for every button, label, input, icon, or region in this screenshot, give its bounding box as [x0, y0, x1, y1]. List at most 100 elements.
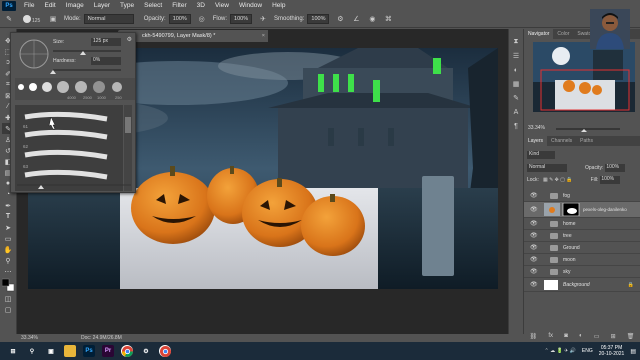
- tab-color[interactable]: Color: [553, 29, 573, 39]
- libraries-panel-icon[interactable]: ▦: [511, 79, 521, 89]
- panel-gear-icon[interactable]: ⚙: [127, 36, 132, 43]
- new-group-icon[interactable]: ▭: [594, 333, 600, 340]
- pen-tool-icon[interactable]: ✒: [2, 200, 14, 211]
- menu-select[interactable]: Select: [139, 0, 167, 11]
- brush-angle-icon[interactable]: ∠: [351, 14, 361, 24]
- brush-size-value[interactable]: 125 px: [91, 38, 121, 46]
- chrome-taskbar-icon[interactable]: [121, 345, 133, 357]
- filter-kind-select[interactable]: Kind: [527, 150, 555, 159]
- opacity-label: Opacity:: [143, 16, 166, 22]
- menu-filter[interactable]: Filter: [167, 0, 191, 11]
- windows-start-icon[interactable]: ⊞: [7, 345, 19, 357]
- menu-edit[interactable]: Edit: [39, 0, 60, 11]
- layer-row[interactable]: 👁 fog: [524, 190, 640, 202]
- visibility-eye-icon[interactable]: 👁: [530, 220, 540, 227]
- adjustment-layer-icon[interactable]: ◐: [579, 333, 583, 339]
- task-view-icon[interactable]: ▣: [45, 345, 57, 357]
- properties-panel-icon[interactable]: ☰: [511, 51, 521, 61]
- layer-row[interactable]: 👁 Ground: [524, 242, 640, 254]
- notification-icon[interactable]: ▤: [630, 348, 636, 355]
- color-swatches-icon[interactable]: [2, 277, 14, 293]
- tab-layers[interactable]: Layers: [524, 136, 548, 146]
- quick-mask-icon[interactable]: ◫: [2, 293, 14, 304]
- brush-hardness-value[interactable]: 0%: [91, 57, 121, 65]
- clock[interactable]: 05:37 PM 20-10-2021: [599, 345, 625, 357]
- symmetry-icon[interactable]: ⌘: [383, 14, 393, 24]
- menu-image[interactable]: Image: [61, 0, 89, 11]
- brush-panel-icon[interactable]: ✎: [511, 93, 521, 103]
- tab-navigator[interactable]: Navigator: [524, 29, 554, 39]
- visibility-eye-icon[interactable]: 👁: [530, 256, 540, 263]
- add-mask-icon[interactable]: ◙: [564, 333, 568, 339]
- menu-3d[interactable]: 3D: [192, 0, 210, 11]
- layer-opacity-field[interactable]: 100%: [605, 163, 626, 172]
- visibility-eye-icon[interactable]: 👁: [530, 244, 540, 251]
- hand-tool-icon[interactable]: ✋: [2, 244, 14, 255]
- airbrush-icon[interactable]: ✈: [258, 14, 268, 24]
- smoothing-field[interactable]: 100%: [307, 14, 330, 24]
- visibility-eye-icon[interactable]: 👁: [530, 206, 540, 213]
- mode-select[interactable]: Normal: [83, 14, 134, 24]
- chrome-alt-taskbar-icon[interactable]: [159, 345, 171, 357]
- photoshop-logo[interactable]: Ps: [2, 0, 16, 11]
- menu-view[interactable]: View: [210, 0, 234, 11]
- zoom-tool-icon[interactable]: ⚲: [2, 255, 14, 266]
- menu-layer[interactable]: Layer: [89, 0, 115, 11]
- more-tools-icon[interactable]: ⋯: [2, 266, 14, 277]
- visibility-eye-icon[interactable]: 👁: [530, 192, 540, 199]
- navigator-zoom-slider[interactable]: [554, 126, 624, 132]
- layer-row[interactable]: 👁 home: [524, 218, 640, 230]
- visibility-eye-icon[interactable]: 👁: [530, 268, 540, 275]
- settings-taskbar-icon[interactable]: ⚙: [140, 345, 152, 357]
- tab-paths[interactable]: Paths: [576, 136, 597, 146]
- layer-style-icon[interactable]: fx: [548, 333, 553, 339]
- brush-preset-picker-icon[interactable]: 125: [20, 14, 42, 24]
- brush-tool-icon[interactable]: ✎: [4, 14, 14, 24]
- smoothing-options-gear-icon[interactable]: ⚙: [335, 14, 345, 24]
- rectangle-tool-icon[interactable]: ▭: [2, 233, 14, 244]
- blend-mode-select[interactable]: Normal: [527, 163, 567, 172]
- tab-channels[interactable]: Channels: [547, 136, 576, 146]
- adjustments-panel-icon[interactable]: ◐: [511, 65, 521, 75]
- type-tool-icon[interactable]: T: [2, 211, 14, 222]
- flow-field[interactable]: 100%: [230, 14, 253, 24]
- layers-footer: ⛓ fx ◙ ◐ ▭ ⊞ 🗑: [524, 331, 640, 341]
- language-indicator[interactable]: ENG: [582, 348, 593, 354]
- search-icon[interactable]: ⚲: [26, 345, 38, 357]
- fill-field[interactable]: 100%: [600, 175, 621, 184]
- paragraph-panel-icon[interactable]: ¶: [511, 121, 521, 131]
- layer-row[interactable]: 👁 moon: [524, 254, 640, 266]
- layer-row[interactable]: 👁 tree: [524, 230, 640, 242]
- menu-file[interactable]: File: [19, 0, 39, 11]
- path-selection-tool-icon[interactable]: ➤: [2, 222, 14, 233]
- visibility-eye-icon[interactable]: 👁: [530, 281, 540, 288]
- new-layer-icon[interactable]: ⊞: [611, 333, 616, 340]
- history-panel-icon[interactable]: ⧗: [511, 37, 521, 47]
- screen-mode-icon[interactable]: ▢: [2, 304, 14, 315]
- lock-label: Lock:: [527, 176, 539, 183]
- pressure-size-icon[interactable]: ◉: [367, 14, 377, 24]
- file-explorer-icon[interactable]: [64, 345, 76, 357]
- navigator-zoom[interactable]: 33.34%: [528, 125, 545, 131]
- photoshop-taskbar-icon[interactable]: Ps: [83, 345, 95, 357]
- zoom-level[interactable]: 33.34%: [21, 334, 61, 342]
- close-tab-icon[interactable]: ×: [262, 30, 265, 42]
- menu-help[interactable]: Help: [267, 0, 290, 11]
- premiere-taskbar-icon[interactable]: Pr: [102, 345, 114, 357]
- pressure-opacity-icon[interactable]: ◎: [197, 14, 207, 24]
- character-panel-icon[interactable]: A: [511, 107, 521, 117]
- visibility-eye-icon[interactable]: 👁: [530, 232, 540, 239]
- delete-layer-icon[interactable]: 🗑: [627, 333, 635, 340]
- lock-icons[interactable]: ▦ ✎ ✥ ▢ 🔒: [543, 177, 573, 183]
- layer-row[interactable]: 👁 sky: [524, 266, 640, 278]
- system-tray-icons[interactable]: ⌃ ☁ 🔋 ✈ 🔊: [545, 348, 576, 354]
- layer-row-background[interactable]: 👁 Background 🔒: [524, 278, 640, 292]
- opacity-field[interactable]: 100%: [168, 14, 191, 24]
- brush-settings-icon[interactable]: ▣: [48, 14, 58, 24]
- menu-type[interactable]: Type: [115, 0, 139, 11]
- link-layers-icon[interactable]: ⛓: [530, 333, 538, 340]
- document-tab[interactable]: ckh-5490799, Layer Mask/8) * ×: [118, 30, 268, 42]
- menu-window[interactable]: Window: [234, 0, 267, 11]
- navigator-thumbnail[interactable]: [533, 42, 635, 112]
- layer-row-selected[interactable]: 👁 pexels-oleg-danilenko: [524, 202, 640, 218]
